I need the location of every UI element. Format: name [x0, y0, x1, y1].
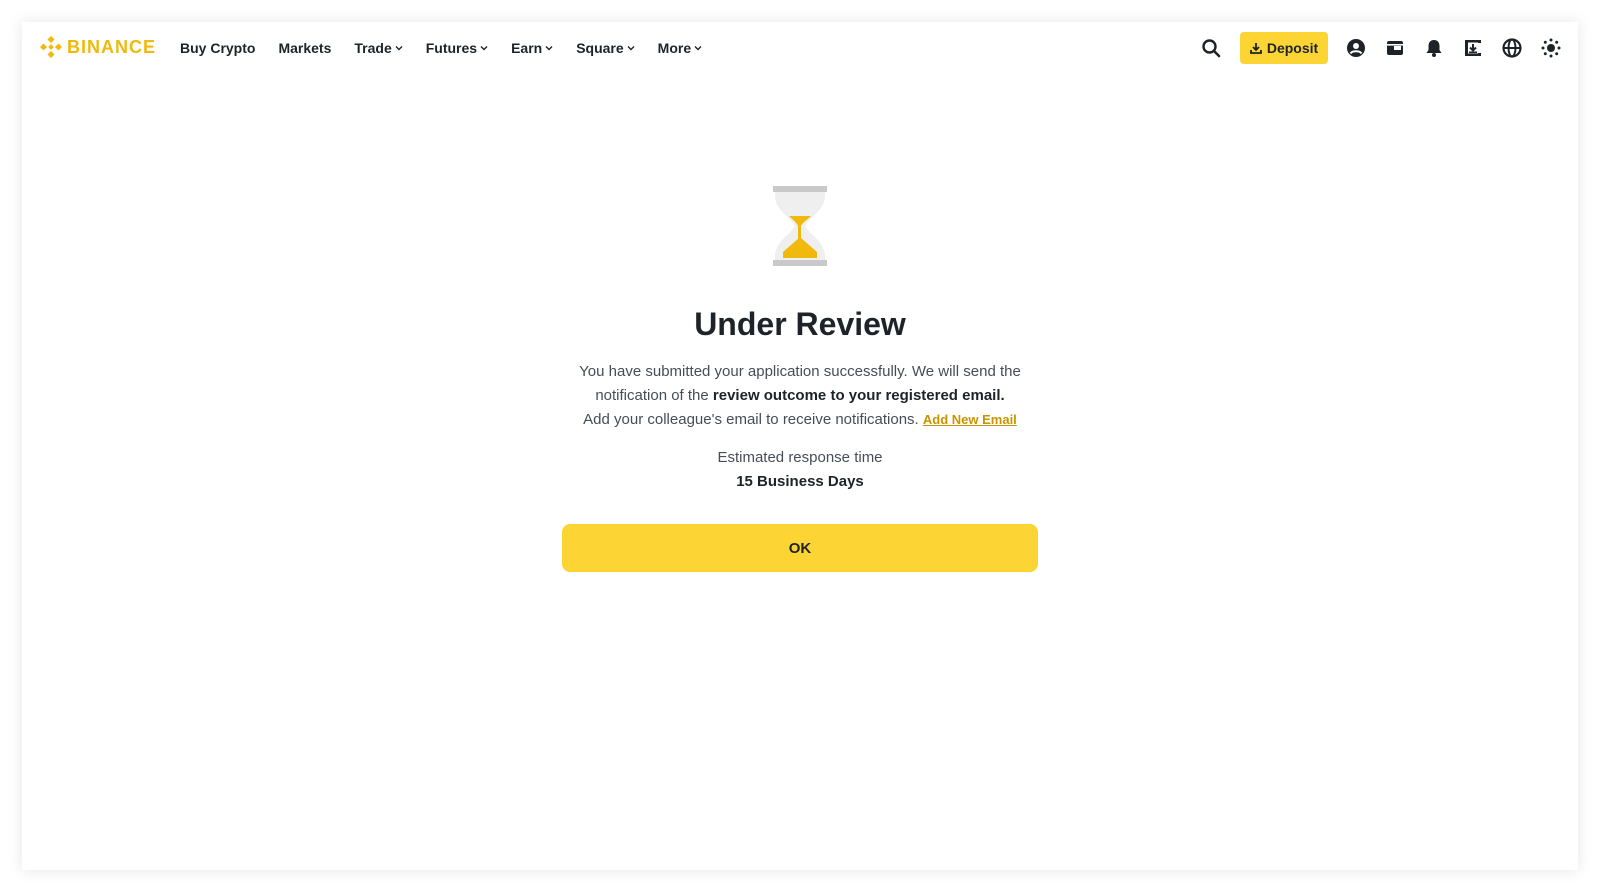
- nav-buy-crypto[interactable]: Buy Crypto: [180, 40, 255, 56]
- user-icon[interactable]: [1345, 37, 1367, 59]
- bell-icon[interactable]: [1423, 37, 1445, 59]
- search-icon[interactable]: [1200, 37, 1222, 59]
- brand-name: BINANCE: [67, 36, 157, 57]
- nav-earn[interactable]: Earn: [511, 40, 553, 56]
- chevron-down-icon: [545, 46, 553, 51]
- deposit-label: Deposit: [1266, 40, 1319, 56]
- description-bold-text: review outcome to your registered email.: [712, 387, 1005, 404]
- ok-label: OK: [788, 539, 812, 557]
- main-nav: Buy Crypto Markets Trade Futures Earn Sq…: [180, 22, 725, 74]
- globe-icon[interactable]: [1501, 37, 1523, 59]
- nav-label: Buy Crypto: [180, 40, 256, 56]
- header-actions: Deposit: [1200, 32, 1562, 64]
- nav-label: Earn: [511, 40, 543, 56]
- colleague-email-text: Add your colleague's email to receive no…: [583, 411, 919, 428]
- binance-logo-icon: [40, 36, 62, 58]
- top-navbar: BINANCE Buy Crypto Markets Trade Futures…: [22, 22, 1578, 74]
- estimated-time-label: Estimated response time: [717, 449, 883, 466]
- chevron-down-icon: [395, 46, 403, 51]
- nav-square[interactable]: Square: [576, 40, 635, 56]
- nav-markets[interactable]: Markets: [278, 40, 331, 56]
- chevron-down-icon: [480, 46, 488, 51]
- theme-icon[interactable]: [1540, 37, 1562, 59]
- wallet-icon[interactable]: [1384, 37, 1406, 59]
- qr-download-icon[interactable]: [1462, 37, 1484, 59]
- binance-logo[interactable]: BINANCE: [40, 36, 156, 58]
- hourglass-icon: [773, 186, 827, 266]
- nav-label: Markets: [278, 40, 332, 56]
- nav-label: Futures: [425, 40, 478, 56]
- review-panel: Under Review You have submitted your app…: [22, 186, 1578, 572]
- estimated-time-value: 15 Business Days: [736, 473, 864, 490]
- nav-label: Square: [576, 40, 624, 56]
- deposit-button[interactable]: Deposit: [1240, 32, 1328, 64]
- add-new-email-link[interactable]: Add New Email: [923, 412, 1017, 427]
- nav-futures[interactable]: Futures: [426, 40, 488, 56]
- nav-trade[interactable]: Trade: [354, 40, 403, 56]
- chevron-down-icon: [627, 46, 635, 51]
- browser-frame: BINANCE Buy Crypto Markets Trade Futures…: [22, 22, 1578, 870]
- download-icon: [1249, 43, 1262, 54]
- nav-more[interactable]: More: [658, 40, 702, 56]
- chevron-down-icon: [694, 46, 702, 51]
- review-description: You have submitted your application succ…: [560, 360, 1040, 432]
- nav-label: More: [657, 40, 692, 56]
- ok-button[interactable]: OK: [562, 524, 1038, 572]
- nav-label: Trade: [354, 40, 392, 56]
- page-title: Under Review: [694, 306, 906, 342]
